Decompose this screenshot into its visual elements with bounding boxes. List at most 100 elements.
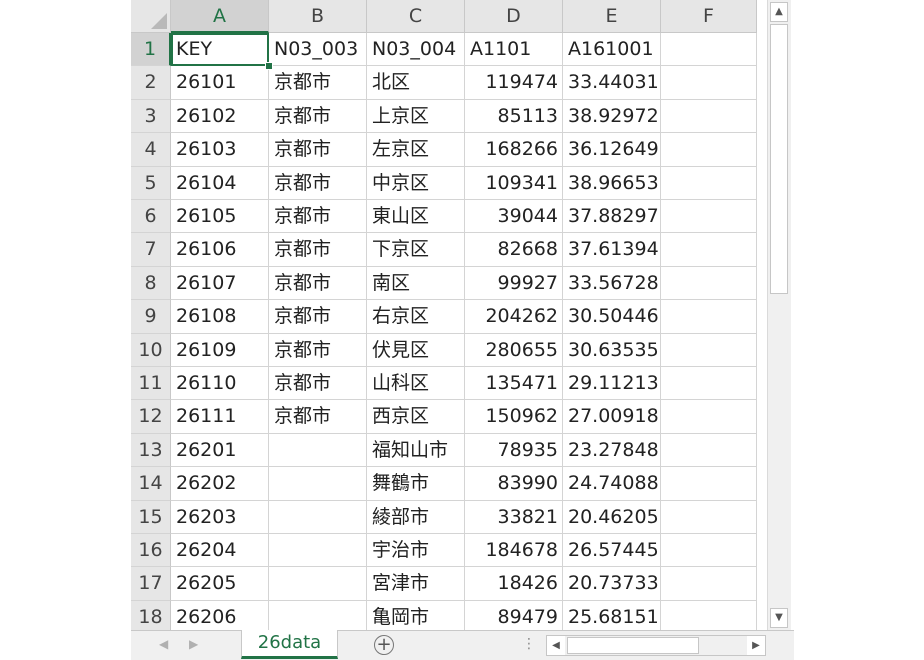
row-header-2[interactable]: 2 <box>131 66 171 100</box>
cell-b16[interactable] <box>269 534 367 568</box>
cell-b12[interactable]: 京都市 <box>269 400 367 434</box>
cell-c3[interactable]: 上京区 <box>367 99 465 134</box>
cell-b13[interactable] <box>269 433 367 468</box>
cell-d3[interactable]: 85113 <box>465 99 563 134</box>
cell-a5[interactable]: 26104 <box>171 166 269 200</box>
cell-e10[interactable]: 30.63535 <box>563 333 661 367</box>
down-arrow-icon[interactable]: ▼ <box>770 608 788 628</box>
cell-c10[interactable]: 伏見区 <box>367 333 465 367</box>
cell-b4[interactable]: 京都市 <box>269 133 367 167</box>
cell-f11[interactable] <box>661 367 757 401</box>
cell-e7[interactable]: 37.61394 <box>563 233 661 267</box>
cell-b17[interactable] <box>269 567 367 601</box>
cell-a12[interactable]: 26111 <box>171 400 269 434</box>
cell-b10[interactable]: 京都市 <box>269 333 367 367</box>
cell-f3[interactable] <box>661 99 757 134</box>
cell-d10[interactable]: 280655 <box>465 333 563 367</box>
cell-e11[interactable]: 29.11213 <box>563 367 661 401</box>
cell-b15[interactable] <box>269 500 367 534</box>
cell-f13[interactable] <box>661 433 757 468</box>
cell-b2[interactable]: 京都市 <box>269 66 367 100</box>
cell-f9[interactable] <box>661 300 757 334</box>
cell-f2[interactable] <box>661 66 757 100</box>
row-header-5[interactable]: 5 <box>131 166 171 200</box>
cell-c7[interactable]: 下京区 <box>367 233 465 267</box>
cell-e5[interactable]: 38.96653 <box>563 166 661 200</box>
cell-d16[interactable]: 184678 <box>465 534 563 568</box>
cell-b3[interactable]: 京都市 <box>269 99 367 134</box>
cell-a11[interactable]: 26110 <box>171 367 269 401</box>
cell-f5[interactable] <box>661 166 757 200</box>
cell-e1[interactable]: A161001 <box>563 33 661 67</box>
column-header-d[interactable]: D <box>465 0 563 33</box>
cell-c6[interactable]: 東山区 <box>367 200 465 234</box>
cell-d6[interactable]: 39044 <box>465 200 563 234</box>
cell-f15[interactable] <box>661 500 757 534</box>
cell-a9[interactable]: 26108 <box>171 300 269 334</box>
cell-a2[interactable]: 26101 <box>171 66 269 100</box>
cell-a1[interactable]: KEY <box>171 33 269 67</box>
cell-b11[interactable]: 京都市 <box>269 367 367 401</box>
right-arrow-icon[interactable]: ▶ <box>747 636 765 655</box>
cell-b1[interactable]: N03_003 <box>269 33 367 67</box>
cell-d5[interactable]: 109341 <box>465 166 563 200</box>
cell-a17[interactable]: 26205 <box>171 567 269 601</box>
horizontal-scroll-thumb[interactable] <box>567 637 699 654</box>
sheet-tab-26data[interactable]: 26data <box>241 630 338 659</box>
cell-d9[interactable]: 204262 <box>465 300 563 334</box>
cell-c16[interactable]: 宇治市 <box>367 534 465 568</box>
column-header-e[interactable]: E <box>563 0 661 33</box>
cell-d2[interactable]: 119474 <box>465 66 563 100</box>
cell-d17[interactable]: 18426 <box>465 567 563 601</box>
cell-f16[interactable] <box>661 534 757 568</box>
cell-a7[interactable]: 26106 <box>171 233 269 267</box>
tab-next-icon[interactable]: ▶ <box>189 637 198 651</box>
cell-c12[interactable]: 西京区 <box>367 400 465 434</box>
cell-d1[interactable]: A1101 <box>465 33 563 67</box>
cell-e13[interactable]: 23.27848 <box>563 433 661 468</box>
row-header-12[interactable]: 12 <box>131 400 171 434</box>
row-header-9[interactable]: 9 <box>131 300 171 334</box>
cell-b14[interactable] <box>269 467 367 501</box>
cell-d4[interactable]: 168266 <box>465 133 563 167</box>
row-header-1[interactable]: 1 <box>131 33 171 67</box>
column-header-f[interactable]: F <box>661 0 757 33</box>
cell-c4[interactable]: 左京区 <box>367 133 465 167</box>
cell-d12[interactable]: 150962 <box>465 400 563 434</box>
cell-f1[interactable] <box>661 33 757 67</box>
cell-c15[interactable]: 綾部市 <box>367 500 465 534</box>
cell-a8[interactable]: 26107 <box>171 266 269 301</box>
cell-c8[interactable]: 南区 <box>367 266 465 301</box>
cell-a13[interactable]: 26201 <box>171 433 269 468</box>
cell-b9[interactable]: 京都市 <box>269 300 367 334</box>
left-arrow-icon[interactable]: ◀ <box>547 636 565 655</box>
row-header-6[interactable]: 6 <box>131 200 171 234</box>
cell-c17[interactable]: 宮津市 <box>367 567 465 601</box>
select-all-button[interactable] <box>131 0 171 33</box>
up-arrow-icon[interactable]: ▲ <box>770 2 788 22</box>
cell-f10[interactable] <box>661 333 757 367</box>
cell-e16[interactable]: 26.57445 <box>563 534 661 568</box>
cell-e2[interactable]: 33.44031 <box>563 66 661 100</box>
cell-e6[interactable]: 37.88297 <box>563 200 661 234</box>
cell-d14[interactable]: 83990 <box>465 467 563 501</box>
column-header-b[interactable]: B <box>269 0 367 33</box>
cell-f17[interactable] <box>661 567 757 601</box>
cell-e9[interactable]: 30.50446 <box>563 300 661 334</box>
cell-c14[interactable]: 舞鶴市 <box>367 467 465 501</box>
row-header-17[interactable]: 17 <box>131 567 171 601</box>
row-header-16[interactable]: 16 <box>131 534 171 568</box>
cell-d7[interactable]: 82668 <box>465 233 563 267</box>
row-header-11[interactable]: 11 <box>131 367 171 401</box>
cell-a10[interactable]: 26109 <box>171 333 269 367</box>
cell-d15[interactable]: 33821 <box>465 500 563 534</box>
row-header-4[interactable]: 4 <box>131 133 171 167</box>
cell-d8[interactable]: 99927 <box>465 266 563 301</box>
tab-split-handle[interactable]: ⋮ <box>522 636 536 652</box>
row-header-3[interactable]: 3 <box>131 99 171 134</box>
cell-e3[interactable]: 38.92972 <box>563 99 661 134</box>
plus-circle-icon[interactable]: + <box>374 635 394 655</box>
cell-b7[interactable]: 京都市 <box>269 233 367 267</box>
cell-b8[interactable]: 京都市 <box>269 266 367 301</box>
cell-c5[interactable]: 中京区 <box>367 166 465 200</box>
